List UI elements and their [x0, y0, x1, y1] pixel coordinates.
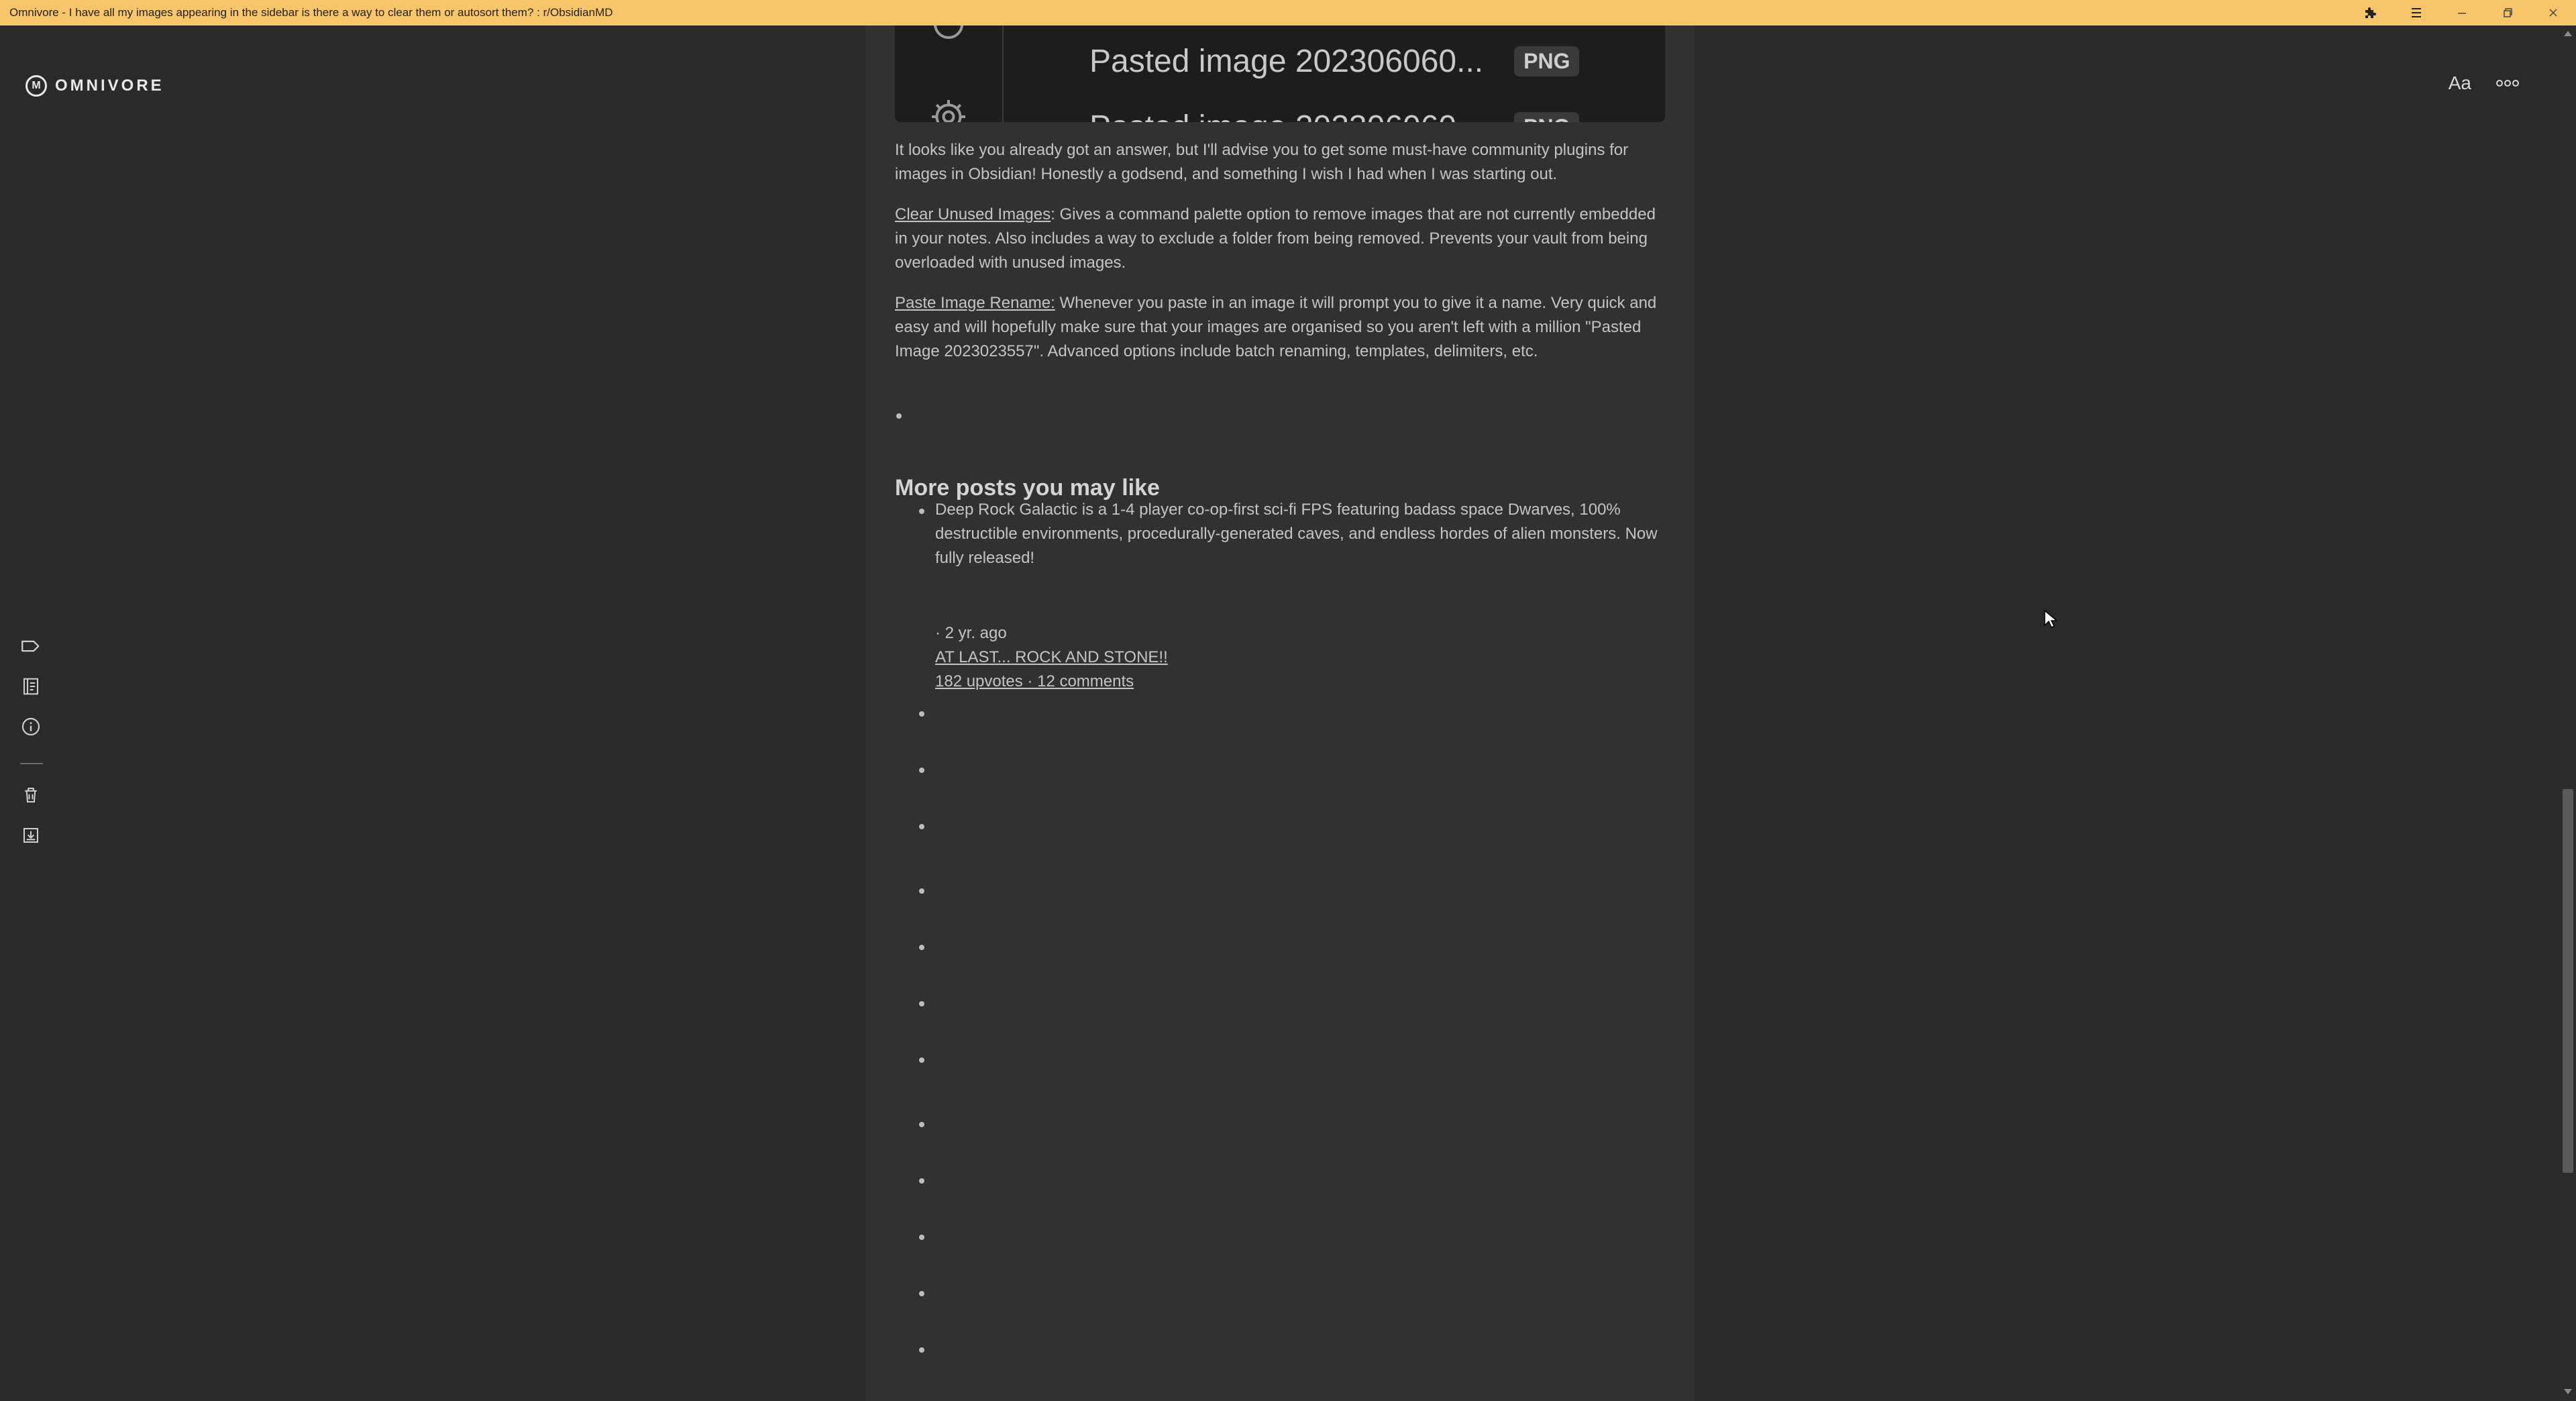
list-bullet — [919, 1001, 924, 1006]
article-reader: Pasted image 202306060... PNG Pasted ima… — [865, 25, 1695, 1401]
list-bullet — [919, 711, 924, 717]
omnivore-logo[interactable]: M OMNIVORE — [25, 75, 164, 97]
list-bullet — [919, 1122, 924, 1127]
puzzle-icon[interactable] — [2348, 0, 2394, 25]
list-bullet — [919, 888, 924, 894]
post-age: · 2 yr. ago — [935, 624, 1007, 642]
scroll-up-icon[interactable] — [2564, 31, 2572, 36]
list-bullet — [919, 1291, 924, 1296]
list-bullet — [919, 509, 924, 514]
screenshot-sidebar — [895, 25, 1004, 122]
menu-icon[interactable] — [2394, 0, 2439, 25]
scrollbar-thumb[interactable] — [2563, 789, 2573, 1173]
window-titlebar: Omnivore - I have all my images appearin… — [0, 0, 2576, 25]
mouse-cursor-icon — [2044, 609, 2057, 629]
list-bullet — [919, 768, 924, 773]
screenshot-filename: Pasted image 202306060... — [1089, 44, 1484, 79]
embedded-screenshot: Pasted image 202306060... PNG Pasted ima… — [895, 25, 1665, 122]
list-bullet — [919, 1235, 924, 1240]
post-title: AT LAST... ROCK AND STONE!! — [935, 645, 1168, 670]
right-panel: Aa — [1695, 25, 2560, 1401]
file-type-badge: PNG — [1514, 46, 1580, 76]
post-stats: 182 upvotes · 12 comments — [935, 670, 1134, 694]
plugin-paragraph: Clear Unused Images: Gives a command pal… — [895, 203, 1665, 275]
window-title: Omnivore - I have all my images appearin… — [9, 6, 613, 19]
list-bullet — [919, 945, 924, 950]
left-sidebar: M OMNIVORE — [0, 25, 865, 1401]
logo-text: OMNIVORE — [55, 76, 164, 95]
circle-icon — [934, 25, 963, 39]
list-bullet — [919, 1057, 924, 1063]
more-icon[interactable] — [2496, 79, 2520, 87]
post-stats-link[interactable]: 182 upvotes · 12 comments — [935, 672, 1134, 690]
intro-paragraph: It looks like you already got an answer,… — [895, 141, 1629, 183]
screenshot-file-row: Pasted image 202306060... PNG — [1089, 43, 1580, 80]
clear-unused-images-link[interactable]: Clear Unused Images — [895, 205, 1051, 223]
empty-bullet — [896, 413, 902, 419]
file-type-badge: PNG — [1514, 112, 1580, 122]
trash-icon[interactable] — [17, 782, 44, 809]
paste-image-rename-link[interactable]: Paste Image Rename: — [895, 294, 1055, 312]
font-settings-icon[interactable]: Aa — [2449, 72, 2471, 94]
list-bullet — [919, 824, 924, 829]
reader-toolbar: Aa — [2449, 72, 2520, 94]
archive-icon[interactable] — [17, 822, 44, 849]
close-icon[interactable] — [2530, 0, 2576, 25]
notebook-icon[interactable] — [17, 673, 44, 700]
scrollbar[interactable] — [2560, 25, 2576, 1401]
minimize-icon[interactable] — [2439, 0, 2485, 25]
scroll-down-icon[interactable] — [2564, 1389, 2572, 1394]
info-icon[interactable] — [17, 713, 44, 740]
post-title-link[interactable]: AT LAST... ROCK AND STONE!! — [935, 648, 1168, 666]
screenshot-file-row: Pasted image 202306060... PNG — [1089, 109, 1580, 122]
screenshot-filename: Pasted image 202306060... — [1089, 109, 1483, 122]
post-summary: Deep Rock Galactic is a 1-4 player co-op… — [935, 501, 1658, 567]
list-bullet — [919, 1178, 924, 1184]
label-icon[interactable] — [17, 633, 44, 660]
logo-mark-icon: M — [25, 75, 47, 97]
list-bullet — [919, 1347, 924, 1353]
plugin-paragraph: Paste Image Rename: Whenever you paste i… — [895, 291, 1665, 364]
restore-icon[interactable] — [2485, 0, 2530, 25]
sidebar-divider — [20, 763, 43, 764]
gear-icon — [932, 100, 965, 122]
